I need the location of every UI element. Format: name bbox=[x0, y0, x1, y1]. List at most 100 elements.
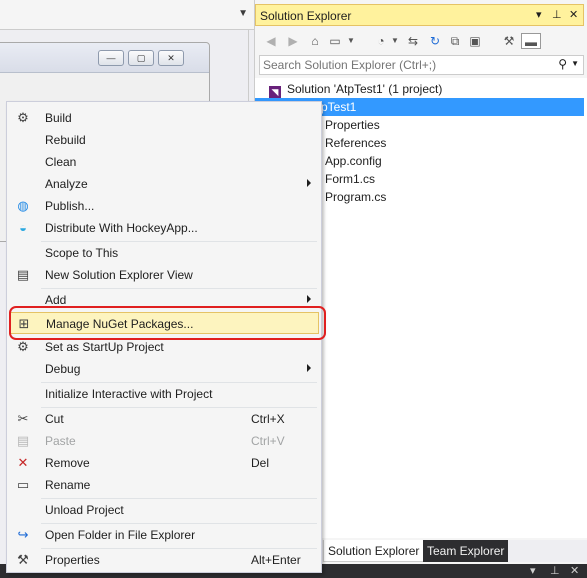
refresh-icon[interactable]: ↻ bbox=[427, 33, 443, 49]
close-icon[interactable]: ✕ bbox=[158, 50, 184, 66]
back-icon[interactable]: ◀ bbox=[263, 33, 279, 49]
submenu-arrow-icon bbox=[307, 364, 311, 372]
close-icon[interactable]: ✕ bbox=[570, 564, 579, 577]
menu-item-unload-project[interactable]: Unload Project bbox=[9, 499, 319, 521]
search-box[interactable]: ⚲ ▼ bbox=[259, 55, 584, 75]
open-folder-icon: ↪ bbox=[17, 527, 29, 542]
menu-item-build[interactable]: ⚙ Build bbox=[9, 107, 319, 129]
tree-item-solution[interactable]: ◥ Solution 'AtpTest1' (1 project) bbox=[269, 80, 442, 98]
menu-item-label: Rename bbox=[45, 478, 91, 492]
close-icon[interactable]: ✕ bbox=[569, 8, 578, 21]
minimize-icon[interactable]: — bbox=[98, 50, 124, 66]
menu-item-label: Unload Project bbox=[45, 503, 124, 517]
tree-item-references[interactable]: References bbox=[325, 134, 386, 152]
tree-item-program[interactable]: Program.cs bbox=[325, 188, 386, 206]
menu-item-new-solution-explorer-view[interactable]: ▤ New Solution Explorer View bbox=[9, 264, 319, 286]
scissors-icon: ✂ bbox=[17, 411, 29, 426]
menu-item-label: Analyze bbox=[45, 177, 88, 191]
chevron-down-icon[interactable]: ▼ bbox=[387, 33, 403, 49]
build-icon: ⚙ bbox=[17, 110, 29, 125]
tab-team-explorer[interactable]: Team Explorer bbox=[423, 540, 509, 562]
menu-item-rename[interactable]: ▭ Rename bbox=[9, 474, 319, 496]
chevron-down-icon[interactable]: ▼ bbox=[571, 59, 579, 68]
tree-item-label: App.config bbox=[325, 154, 382, 168]
menu-item-label: Add bbox=[45, 293, 67, 307]
menu-item-remove[interactable]: ✕ Remove Del bbox=[9, 452, 319, 474]
tree-item-label: Properties bbox=[325, 118, 380, 132]
hockeyapp-icon: ◒ bbox=[19, 220, 27, 235]
menu-item-label: Publish... bbox=[45, 199, 95, 213]
menu-item-distribute-hockeyapp[interactable]: ◒ Distribute With HockeyApp... bbox=[9, 217, 319, 239]
remove-icon: ✕ bbox=[17, 455, 29, 470]
gear-icon: ⚙ bbox=[17, 339, 29, 354]
pin-icon[interactable]: ⊥ bbox=[550, 564, 560, 577]
form-title-bar: — ▢ ✕ bbox=[0, 43, 209, 73]
tree-item-project[interactable]: pTest1 bbox=[321, 98, 356, 116]
menu-item-cut[interactable]: ✂ Cut Ctrl+X bbox=[9, 408, 319, 430]
chevron-down-icon[interactable]: ▼ bbox=[238, 8, 248, 19]
menu-item-label: Remove bbox=[45, 456, 90, 470]
solution-icon: ◥ bbox=[269, 86, 281, 98]
tree-item-label: pTest1 bbox=[321, 100, 357, 114]
designer-tab-strip: ▼ bbox=[0, 0, 254, 30]
wrench-icon: ⚒ bbox=[17, 552, 29, 567]
menu-item-clean[interactable]: Clean bbox=[9, 151, 319, 173]
globe-icon: ◍ bbox=[17, 198, 29, 213]
wrench-icon[interactable]: ⚒ bbox=[501, 33, 517, 49]
menu-item-label: Rebuild bbox=[45, 133, 86, 147]
menu-item-label: Initialize Interactive with Project bbox=[45, 387, 213, 401]
search-icon[interactable]: ⚲ bbox=[558, 57, 567, 71]
submenu-arrow-icon bbox=[307, 295, 311, 303]
menu-item-rebuild[interactable]: Rebuild bbox=[9, 129, 319, 151]
tree-item-label: Solution 'AtpTest1' (1 project) bbox=[287, 82, 443, 96]
preview-selected-icon[interactable]: ▬ bbox=[521, 33, 541, 49]
paste-icon: ▤ bbox=[16, 433, 30, 448]
menu-item-shortcut: Ctrl+V bbox=[251, 434, 285, 448]
tree-item-label: Program.cs bbox=[325, 190, 387, 204]
search-input[interactable] bbox=[260, 56, 560, 74]
menu-item-label: Build bbox=[45, 111, 72, 125]
menu-item-analyze[interactable]: Analyze bbox=[9, 173, 319, 195]
menu-item-initialize-interactive[interactable]: Initialize Interactive with Project bbox=[9, 383, 319, 405]
tree-item-label: Form1.cs bbox=[325, 172, 376, 186]
maximize-icon[interactable]: ▢ bbox=[128, 50, 154, 66]
menu-item-publish[interactable]: ◍ Publish... bbox=[9, 195, 319, 217]
rename-icon: ▭ bbox=[16, 477, 30, 492]
switch-views-icon[interactable]: ▭ bbox=[327, 33, 343, 49]
collapse-all-icon[interactable]: ⧉ bbox=[447, 33, 463, 49]
submenu-arrow-icon bbox=[307, 179, 311, 187]
forward-icon[interactable]: ▶ bbox=[285, 33, 301, 49]
solution-explorer-toolbar: ◀ ▶ ⌂ ▭ ▼ ◔ ▼ ⇆ ↻ ⧉ ▣ ⚒ ▬ bbox=[255, 30, 587, 52]
chevron-down-icon[interactable]: ▾ bbox=[530, 564, 536, 577]
menu-item-shortcut: Del bbox=[251, 456, 270, 470]
tree-item-form1[interactable]: Form1.cs bbox=[325, 170, 375, 188]
menu-item-label: Open Folder in File Explorer bbox=[45, 528, 196, 542]
menu-item-label: Clean bbox=[45, 155, 77, 169]
new-view-icon: ▤ bbox=[16, 267, 30, 282]
pin-icon[interactable]: ⊥ bbox=[552, 8, 562, 21]
show-all-files-icon[interactable]: ▣ bbox=[467, 33, 483, 49]
window-position-icon[interactable]: ▾ bbox=[536, 8, 542, 21]
sync-icon[interactable]: ⇆ bbox=[405, 33, 421, 49]
menu-item-open-folder[interactable]: ↪ Open Folder in File Explorer bbox=[9, 524, 319, 546]
menu-item-label: New Solution Explorer View bbox=[45, 268, 193, 282]
menu-item-label: Set as StartUp Project bbox=[45, 340, 164, 354]
menu-item-properties[interactable]: ⚒ Properties Alt+Enter bbox=[9, 549, 319, 571]
menu-item-label: Cut bbox=[45, 412, 64, 426]
tab-solution-explorer[interactable]: Solution Explorer bbox=[323, 540, 425, 562]
menu-item-label: Properties bbox=[45, 553, 100, 567]
solution-explorer-title: Solution Explorer bbox=[260, 9, 352, 23]
menu-item-debug[interactable]: Debug bbox=[9, 358, 319, 380]
tree-item-app-config[interactable]: App.config bbox=[325, 152, 382, 170]
menu-item-label: Paste bbox=[45, 434, 76, 448]
solution-explorer-title-bar: Solution Explorer ▾ ⊥ ✕ bbox=[255, 4, 584, 26]
home-icon[interactable]: ⌂ bbox=[307, 33, 323, 49]
menu-item-paste[interactable]: ▤ Paste Ctrl+V bbox=[9, 430, 319, 452]
chevron-down-icon[interactable]: ▼ bbox=[343, 33, 359, 49]
menu-item-shortcut: Alt+Enter bbox=[251, 553, 301, 567]
menu-item-shortcut: Ctrl+X bbox=[251, 412, 285, 426]
tree-item-properties[interactable]: Properties bbox=[325, 116, 380, 134]
menu-item-label: Debug bbox=[45, 362, 81, 376]
menu-item-scope-to-this[interactable]: Scope to This bbox=[9, 242, 319, 264]
tree-item-label: References bbox=[325, 136, 387, 150]
